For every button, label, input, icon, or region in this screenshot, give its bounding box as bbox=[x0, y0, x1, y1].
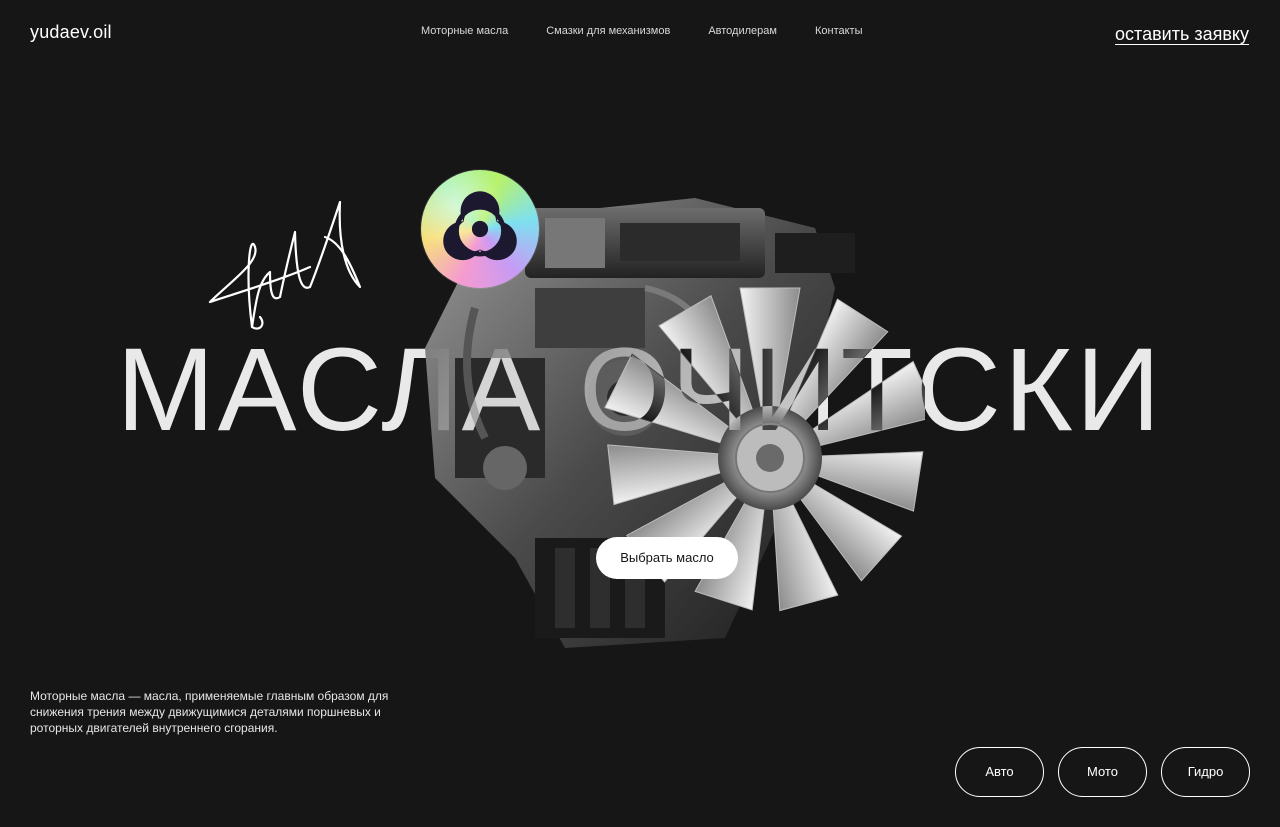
leave-request-link[interactable]: оставить заявку bbox=[1115, 24, 1249, 45]
nav-item-contacts[interactable]: Контакты bbox=[815, 25, 863, 37]
category-moto-button[interactable]: Мото bbox=[1058, 747, 1147, 797]
description-text: Моторные масла — масла, применяемые глав… bbox=[30, 689, 389, 735]
choose-oil-button[interactable]: Выбрать масло bbox=[596, 537, 738, 579]
main-nav: Моторные масла Смазки для механизмов Авт… bbox=[421, 25, 862, 37]
hero-title: МАСЛА ОЧИТСКИ bbox=[116, 324, 1164, 456]
site-logo[interactable]: yudaev.oil bbox=[30, 22, 112, 43]
biohazard-icon bbox=[443, 191, 517, 261]
category-hydro-button[interactable]: Гидро bbox=[1161, 747, 1250, 797]
nav-item-motor-oils[interactable]: Моторные масла bbox=[421, 25, 508, 37]
landing-page: yudaev.oil Моторные масла Смазки для мех… bbox=[0, 0, 1280, 827]
holographic-badge bbox=[421, 170, 539, 288]
category-buttons: Авто Мото Гидро bbox=[955, 747, 1250, 797]
signature-image bbox=[208, 200, 362, 330]
nav-item-dealers[interactable]: Автодилерам bbox=[708, 25, 777, 37]
category-auto-button[interactable]: Авто bbox=[955, 747, 1044, 797]
nav-item-lubricants[interactable]: Смазки для механизмов bbox=[546, 25, 670, 37]
